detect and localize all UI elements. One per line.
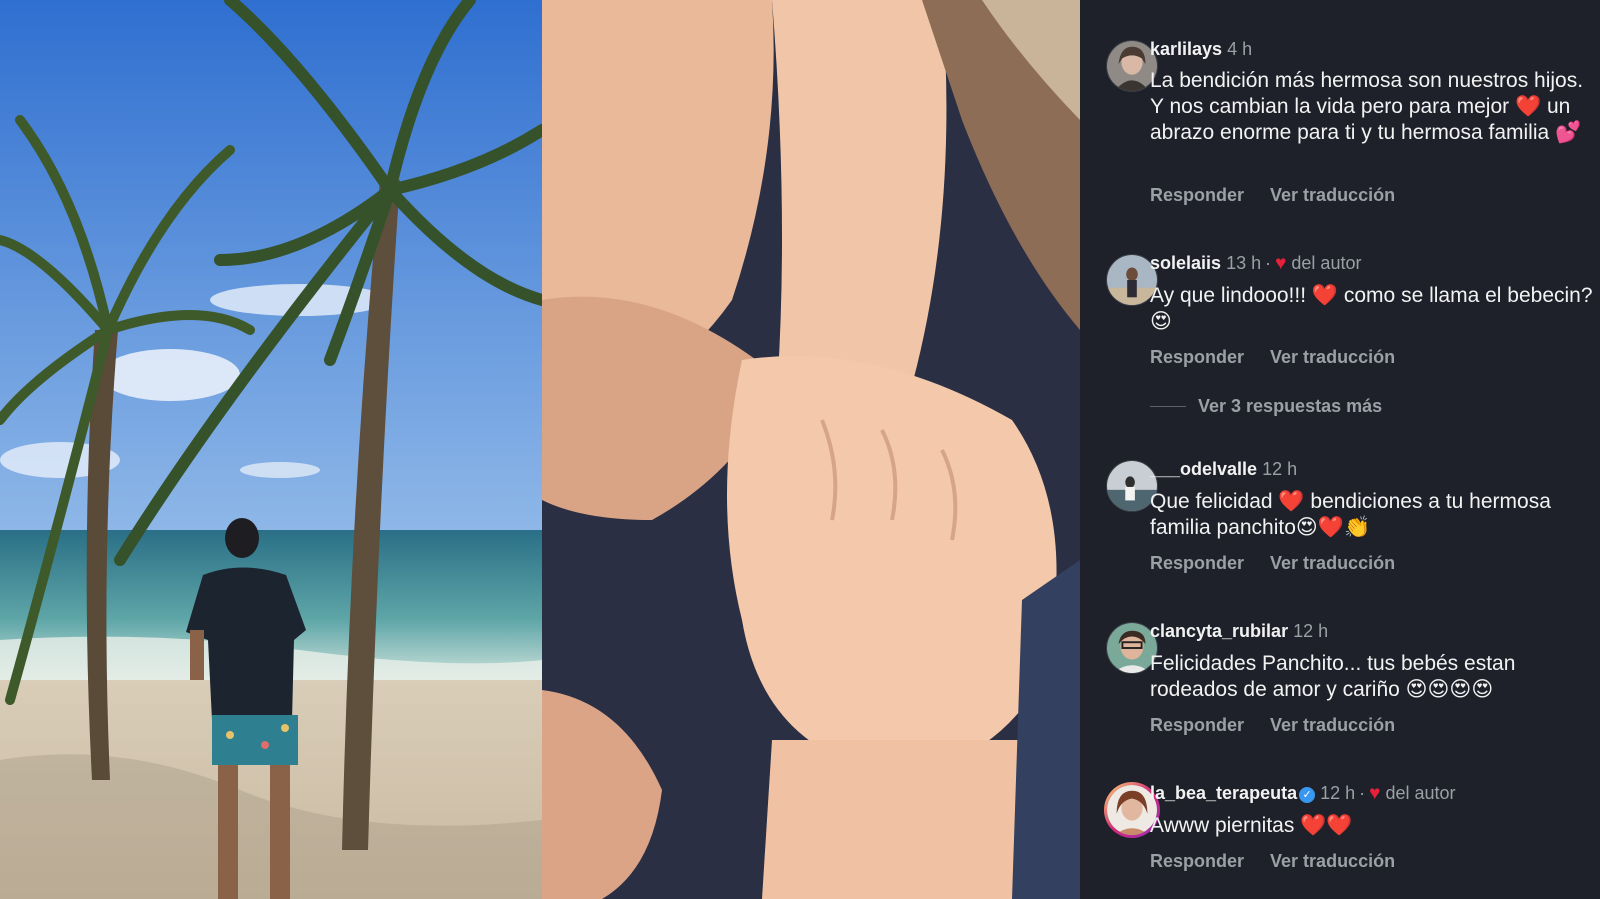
comment-text: Awww piernitas ❤️❤️	[1150, 814, 1353, 837]
comment-text: Ay que lindooo!!! ❤️ como se llama el be…	[1150, 284, 1599, 333]
verified-badge-icon: ✓	[1299, 787, 1316, 803]
author-like-label: del autor	[1385, 783, 1456, 803]
reply-button[interactable]: Responder	[1150, 185, 1244, 205]
see-translation-button[interactable]: Ver traducción	[1270, 347, 1395, 367]
comment-username[interactable]: karlilays	[1150, 39, 1222, 59]
comment-text: La bendición más hermosa son nuestros hi…	[1150, 69, 1589, 144]
heart-icon: ♥	[1275, 253, 1287, 274]
comment-text: Felicidades Panchito... tus bebés estan …	[1150, 652, 1522, 701]
view-more-replies-label: Ver 3 respuestas más	[1198, 396, 1383, 416]
replies-divider	[1150, 406, 1186, 407]
comment-meta: la_bea_terapeuta ✓ 12 h · ♥ del autor	[1150, 783, 1456, 804]
comment-actions: Responder Ver traducción	[1150, 553, 1395, 574]
reply-button[interactable]: Responder	[1150, 347, 1244, 367]
see-translation-button[interactable]: Ver traducción	[1270, 553, 1395, 573]
comment-username[interactable]: clancyta_rubilar	[1150, 621, 1288, 641]
heart-icon: ♥	[1369, 783, 1381, 804]
comment-meta: clancyta_rubilar 12 h	[1150, 621, 1328, 642]
see-translation-button[interactable]: Ver traducción	[1270, 185, 1395, 205]
comment-meta: solelaiis 13 h · ♥ del autor	[1150, 253, 1362, 274]
comment-username[interactable]: la_bea_terapeuta	[1150, 783, 1297, 803]
comment-time: 13 h	[1226, 253, 1262, 273]
comment-time: 12 h	[1320, 783, 1356, 803]
see-translation-button[interactable]: Ver traducción	[1270, 715, 1395, 735]
comment-username[interactable]: ___odelvalle	[1150, 459, 1257, 479]
comment-actions: Responder Ver traducción	[1150, 347, 1395, 368]
reply-button[interactable]: Responder	[1150, 553, 1244, 573]
comment-time: 12 h	[1293, 621, 1329, 641]
comment-meta: karlilays 4 h	[1150, 39, 1252, 60]
comment-text: Que felicidad ❤️ bendiciones a tu hermos…	[1150, 490, 1557, 539]
comment-actions: Responder Ver traducción	[1150, 185, 1395, 206]
reply-button[interactable]: Responder	[1150, 851, 1244, 871]
comment-actions: Responder Ver traducción	[1150, 851, 1395, 872]
view-more-replies-button[interactable]: Ver 3 respuestas más	[1150, 396, 1382, 417]
comment-meta: ___odelvalle 12 h	[1150, 459, 1297, 480]
comment-time: 12 h	[1262, 459, 1298, 479]
baby-hand-illustration	[542, 0, 1080, 899]
comments-panel: karlilays 4 h La bendición más hermosa s…	[1080, 0, 1600, 899]
reply-button[interactable]: Responder	[1150, 715, 1244, 735]
author-like-label: del autor	[1291, 253, 1362, 273]
see-translation-button[interactable]: Ver traducción	[1270, 851, 1395, 871]
comment-actions: Responder Ver traducción	[1150, 715, 1395, 736]
beach-photo	[0, 0, 542, 899]
beach-photo-illustration	[0, 0, 542, 899]
comment-username[interactable]: solelaiis	[1150, 253, 1221, 273]
baby-hand-photo	[542, 0, 1080, 899]
comment-time: 4 h	[1227, 39, 1253, 59]
